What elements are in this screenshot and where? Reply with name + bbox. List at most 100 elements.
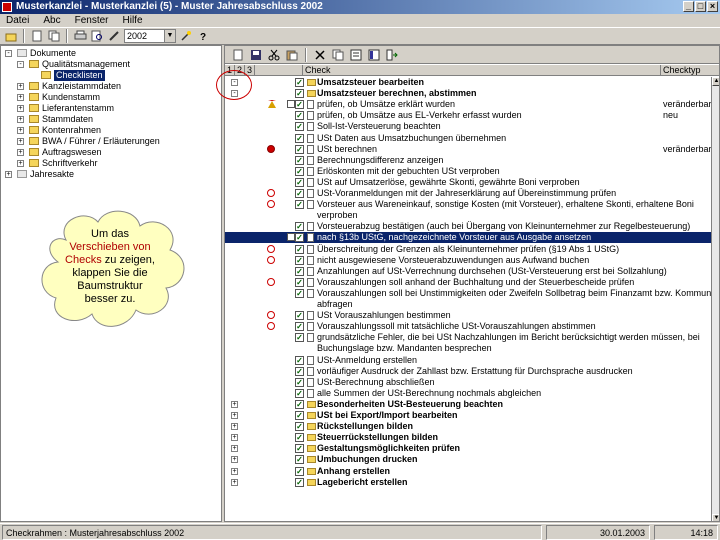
done-checkbox[interactable]: ✓ (295, 78, 304, 87)
done-checkbox[interactable]: ✓ (295, 389, 304, 398)
done-checkbox[interactable]: ✓ (295, 322, 304, 331)
menu-abc[interactable]: Abc (43, 14, 60, 28)
done-checkbox[interactable]: ✓ (295, 433, 304, 442)
tree-expander-icon[interactable]: + (17, 160, 24, 167)
new-document-icon[interactable] (231, 48, 245, 62)
done-checkbox[interactable]: ✓ (295, 134, 304, 143)
maximize-button[interactable]: □ (695, 1, 706, 12)
scroll-down-icon[interactable]: ▼ (712, 514, 719, 521)
done-checkbox[interactable]: ✓ (295, 89, 304, 98)
done-checkbox[interactable]: ✓ (295, 178, 304, 187)
menu-datei[interactable]: Datei (6, 14, 29, 28)
done-checkbox[interactable]: ✓ (295, 467, 304, 476)
list-view-icon[interactable] (349, 48, 363, 62)
new-document-icon[interactable] (30, 29, 44, 43)
menu-fenster[interactable]: Fenster (75, 14, 109, 28)
check-row[interactable]: + ✓ Anhang erstellen (225, 466, 711, 477)
delete-icon[interactable] (313, 48, 327, 62)
tree-expander-icon[interactable]: + (17, 105, 24, 112)
check-row[interactable]: ✓ USt Vorauszahlungen bestimmen (225, 310, 711, 321)
help-icon[interactable]: ? (196, 29, 210, 43)
row-expander-icon[interactable]: + (231, 468, 238, 475)
check-row[interactable]: ✓ USt-Berechnung abschließen (225, 377, 711, 388)
check-row[interactable]: - ✓ Umsatzsteuer bearbeiten (225, 77, 711, 88)
copy-icon[interactable] (331, 48, 345, 62)
row-expander-icon[interactable]: + (231, 423, 238, 430)
move-icon[interactable] (385, 48, 399, 62)
done-checkbox[interactable]: ✓ (295, 167, 304, 176)
done-checkbox[interactable]: ✓ (295, 478, 304, 487)
check-row[interactable]: + ✓ Besonderheiten USt-Besteuerung beachte… (225, 399, 711, 410)
done-checkbox[interactable]: ✓ (295, 333, 304, 342)
tree-expander-icon[interactable]: - (17, 61, 24, 68)
check-row[interactable]: ✓ Vorauszahlungen soll anhand der Buchhal… (225, 277, 711, 288)
scroll-up-icon[interactable]: ▲ (712, 77, 719, 86)
row-expander-icon[interactable]: + (231, 412, 238, 419)
edit-icon[interactable] (107, 29, 121, 43)
done-checkbox[interactable]: ✓ (295, 378, 304, 387)
check-row[interactable]: ✓ Soll-Ist-Versteuerung beachten (225, 121, 711, 132)
check-row[interactable]: ✓ Überschreitung der Grenzen als Kleinunt… (225, 244, 711, 255)
tree-expander-icon[interactable]: + (5, 171, 12, 178)
done-checkbox[interactable]: ✓ (295, 200, 304, 209)
done-checkbox[interactable]: ✓ (295, 444, 304, 453)
tree-expander-icon[interactable]: + (17, 149, 24, 156)
check-row[interactable]: + ✓ Umbuchungen drucken (225, 454, 711, 465)
check-row[interactable]: + ✓ USt bei Export/Import bearbeiten (225, 410, 711, 421)
done-checkbox[interactable]: ✓ (295, 145, 304, 154)
check-row[interactable]: verproben (225, 210, 711, 221)
done-checkbox[interactable]: ✓ (295, 367, 304, 376)
done-checkbox[interactable]: ✓ (295, 222, 304, 231)
check-row[interactable]: ✓ USt auf Umsatzerlöse, gewährte Skonti, … (225, 177, 711, 188)
check-row[interactable]: ✓ Anzahlungen auf USt-Verrechnung durchse… (225, 266, 711, 277)
preview-icon[interactable] (90, 29, 104, 43)
row-expander-icon[interactable]: + (231, 445, 238, 452)
check-row[interactable]: + ✓ Steuerrückstellungen bilden (225, 432, 711, 443)
tree-expander-icon[interactable]: + (17, 138, 24, 145)
cut-icon[interactable] (267, 48, 281, 62)
row-expander-icon[interactable]: + (231, 401, 238, 408)
menu-hilfe[interactable]: Hilfe (123, 14, 143, 28)
check-row[interactable]: ✓ Vorsteuer aus Wareneinkauf, sonstige Ko… (225, 199, 711, 210)
done-checkbox[interactable]: ✓ (295, 156, 304, 165)
check-row[interactable]: ✓ nach §13b UStG, nachgezeichnete Vorsteu… (225, 232, 711, 243)
check-row[interactable]: + ✓ Lagebericht erstellen (225, 477, 711, 488)
done-checkbox[interactable]: ✓ (295, 311, 304, 320)
done-checkbox[interactable]: ✓ (295, 122, 304, 131)
check-row[interactable]: ✓ grundsätzliche Fehler, die bei USt Nach… (225, 332, 711, 343)
done-checkbox[interactable]: ✓ (295, 189, 304, 198)
detail-view-icon[interactable] (367, 48, 381, 62)
check-row[interactable]: ✓ USt berechnen veränderbar (225, 144, 712, 155)
done-checkbox[interactable]: ✓ (295, 233, 304, 242)
done-checkbox[interactable]: ✓ (295, 289, 304, 298)
check-row[interactable]: ✓ nicht ausgewiesene Vorsteuerabzuwendung… (225, 255, 711, 266)
check-row[interactable]: ✓ Berechnungsdifferenz anzeigen (225, 155, 711, 166)
check-row[interactable]: ✓ prüfen, ob Umsätze aus EL-Verkehr erfas… (225, 110, 711, 121)
check-row[interactable]: ✓ vorläufiger Ausdruck der Zahllast bzw. … (225, 366, 711, 377)
done-checkbox[interactable]: ✓ (295, 422, 304, 431)
check-row[interactable]: ✓ USt-Anmeldung erstellen (225, 355, 711, 366)
save-icon[interactable] (249, 48, 263, 62)
note-icon[interactable] (287, 233, 295, 241)
tree-expander-icon[interactable]: + (17, 127, 24, 134)
check-row[interactable]: Buchungslage bzw. Mandanten besprechen (225, 343, 711, 354)
minimize-button[interactable]: _ (683, 1, 694, 12)
column-header-check[interactable]: Check (303, 65, 661, 76)
check-row[interactable]: ✓ Vorauszahlungen soll bei Unstimmigkeite… (225, 288, 716, 299)
check-row[interactable]: ✓ Vorauszahlungssoll mit tatsächliche USt… (225, 321, 711, 332)
check-row[interactable]: + ✓ Gestaltungsmöglichkeiten prüfen (225, 443, 711, 454)
tree-expander-icon[interactable]: + (17, 83, 24, 90)
print-icon[interactable] (73, 29, 87, 43)
check-row[interactable]: ✓ prüfen, ob Umsätze erklärt wurden veränd… (225, 99, 712, 110)
row-expander-icon[interactable]: + (231, 479, 238, 486)
wizard-icon[interactable] (179, 29, 193, 43)
close-button[interactable]: × (707, 1, 718, 12)
done-checkbox[interactable]: ✓ (295, 455, 304, 464)
tree-expander-icon[interactable]: + (17, 94, 24, 101)
paste-icon[interactable] (285, 48, 299, 62)
open-icon[interactable] (4, 29, 18, 43)
done-checkbox[interactable]: ✓ (295, 278, 304, 287)
year-select[interactable]: 2002 ▼ (124, 29, 176, 43)
check-row[interactable]: - ✓ Umsatzsteuer berechnen, abstimmen (225, 88, 711, 99)
column-header-blank[interactable] (255, 65, 303, 76)
